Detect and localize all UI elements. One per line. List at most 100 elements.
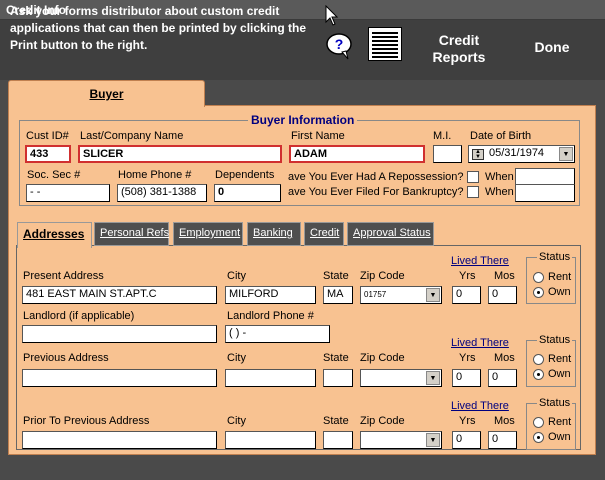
tab-employment[interactable]: Employment xyxy=(173,222,243,246)
landlord-phone-label: Landlord Phone # xyxy=(227,310,314,322)
present-status-label: Status xyxy=(537,251,573,263)
tab-buyer[interactable]: Buyer xyxy=(8,80,205,107)
present-address-field[interactable]: 481 EAST MAIN ST.APT.C xyxy=(22,286,217,304)
previous-own-label: Own xyxy=(548,368,571,380)
present-yrs-field[interactable]: 0 xyxy=(452,286,481,304)
previous-yrs-label: Yrs xyxy=(459,352,476,364)
print-page-icon[interactable] xyxy=(368,27,402,61)
bankruptcy-question: ave You Ever Filed For Bankruptcy? xyxy=(288,186,464,198)
buyer-info-title: Buyer Information xyxy=(248,113,358,127)
tab-addresses[interactable]: Addresses xyxy=(17,222,92,248)
previous-address-label: Previous Address xyxy=(23,352,109,364)
dob-field[interactable]: ▲ ▼ 05/31/1974 ▼ xyxy=(468,145,575,163)
landlord-phone-field[interactable]: ( ) - xyxy=(225,325,330,343)
home-phone-label: Home Phone # xyxy=(118,169,192,181)
prior-state-field[interactable] xyxy=(323,431,353,449)
first-name-label: First Name xyxy=(291,130,345,142)
present-state-field[interactable]: MA xyxy=(323,286,353,304)
chevron-down-icon[interactable]: ▼ xyxy=(426,288,440,302)
repossession-checkbox[interactable] xyxy=(467,171,479,183)
prior-zip-label: Zip Code xyxy=(360,415,405,427)
present-lived-label: Lived There xyxy=(451,255,509,267)
previous-lived-label: Lived There xyxy=(451,337,509,349)
present-zip-value: 01757 xyxy=(364,290,387,299)
present-mos-field[interactable]: 0 xyxy=(488,286,517,304)
present-address-label: Present Address xyxy=(23,270,104,282)
prior-zip-combo[interactable]: ▼ xyxy=(360,431,442,449)
previous-own-radio[interactable] xyxy=(533,369,544,380)
prior-yrs-field[interactable]: 0 xyxy=(452,431,481,449)
repossession-when-label: When xyxy=(485,171,514,183)
present-yrs-label: Yrs xyxy=(459,270,476,282)
previous-address-field[interactable] xyxy=(22,369,217,387)
chevron-down-icon[interactable]: ▼ xyxy=(426,433,440,447)
previous-rent-radio[interactable] xyxy=(533,354,544,365)
dependents-label: Dependents xyxy=(215,169,275,181)
prior-status-label: Status xyxy=(537,397,573,409)
previous-zip-combo[interactable]: ▼ xyxy=(360,369,442,387)
present-city-label: City xyxy=(227,270,246,282)
tab-banking[interactable]: Banking xyxy=(247,222,301,246)
prior-own-label: Own xyxy=(548,431,571,443)
home-phone-field[interactable]: (508) 381-1388 xyxy=(117,184,207,202)
present-own-label: Own xyxy=(548,286,571,298)
prior-own-radio[interactable] xyxy=(533,432,544,443)
previous-zip-label: Zip Code xyxy=(360,352,405,364)
landlord-field[interactable] xyxy=(22,325,217,343)
previous-state-field[interactable] xyxy=(323,369,353,387)
done-button[interactable]: Done xyxy=(528,39,576,56)
present-mos-label: Mos xyxy=(494,270,515,282)
prior-address-label: Prior To Previous Address xyxy=(23,415,150,427)
previous-rent-label: Rent xyxy=(548,353,572,365)
prior-mos-field[interactable]: 0 xyxy=(488,431,517,449)
ssn-label: Soc. Sec # xyxy=(27,169,81,181)
tab-credit[interactable]: Credit xyxy=(304,222,344,246)
mi-label: M.I. xyxy=(433,130,452,142)
chevron-down-icon[interactable]: ▼ xyxy=(426,371,440,385)
first-name-field[interactable]: ADAM xyxy=(289,145,425,163)
present-own-radio[interactable] xyxy=(533,287,544,298)
present-zip-label: Zip Code xyxy=(360,270,405,282)
question-bubble-icon[interactable]: ? xyxy=(324,32,354,60)
previous-mos-field[interactable]: 0 xyxy=(488,369,517,387)
dob-label: Date of Birth xyxy=(470,130,532,142)
prior-city-field[interactable] xyxy=(225,431,316,449)
prior-yrs-label: Yrs xyxy=(459,415,476,427)
present-rent-label: Rent xyxy=(548,271,572,283)
bankruptcy-when-field[interactable] xyxy=(515,184,575,202)
present-rent-radio[interactable] xyxy=(533,272,544,283)
prior-lived-label: Lived There xyxy=(451,400,509,412)
bankruptcy-when-label: When xyxy=(485,186,514,198)
previous-city-label: City xyxy=(227,352,246,364)
prior-state-label: State xyxy=(323,415,349,427)
chevron-down-icon[interactable]: ▼ xyxy=(559,147,573,161)
repossession-question: ave You Ever Had A Repossession? xyxy=(288,171,464,183)
present-zip-combo[interactable]: 01757 ▼ xyxy=(360,286,442,304)
cust-id-field[interactable]: 433 xyxy=(25,145,71,163)
present-city-field[interactable]: MILFORD xyxy=(225,286,316,304)
prior-rent-label: Rent xyxy=(548,416,572,428)
svg-text:?: ? xyxy=(335,36,344,52)
previous-city-field[interactable] xyxy=(225,369,316,387)
prior-rent-radio[interactable] xyxy=(533,417,544,428)
company-label: Last/Company Name xyxy=(80,130,184,142)
previous-yrs-field[interactable]: 0 xyxy=(452,369,481,387)
date-spin-icon[interactable]: ▲ ▼ xyxy=(472,149,484,160)
bankruptcy-checkbox[interactable] xyxy=(467,186,479,198)
tab-approval-status[interactable]: Approval Status xyxy=(347,222,434,246)
previous-status-label: Status xyxy=(537,334,573,346)
present-state-label: State xyxy=(323,270,349,282)
prior-address-field[interactable] xyxy=(22,431,217,449)
landlord-label: Landlord (if applicable) xyxy=(23,310,135,322)
dependents-field[interactable]: 0 xyxy=(214,184,281,202)
mouse-cursor-icon xyxy=(325,5,339,26)
company-field[interactable]: SLICER xyxy=(78,145,282,163)
credit-reports-button[interactable]: Credit Reports xyxy=(428,32,490,66)
prior-city-label: City xyxy=(227,415,246,427)
prior-mos-label: Mos xyxy=(494,415,515,427)
ssn-field[interactable]: - - xyxy=(26,184,110,202)
tab-personal-refs[interactable]: Personal Refs xyxy=(94,222,169,246)
mi-field[interactable] xyxy=(433,145,462,163)
dob-value: 05/31/1974 xyxy=(489,147,545,159)
header-message: Ask your forms distributor about custom … xyxy=(10,4,307,52)
